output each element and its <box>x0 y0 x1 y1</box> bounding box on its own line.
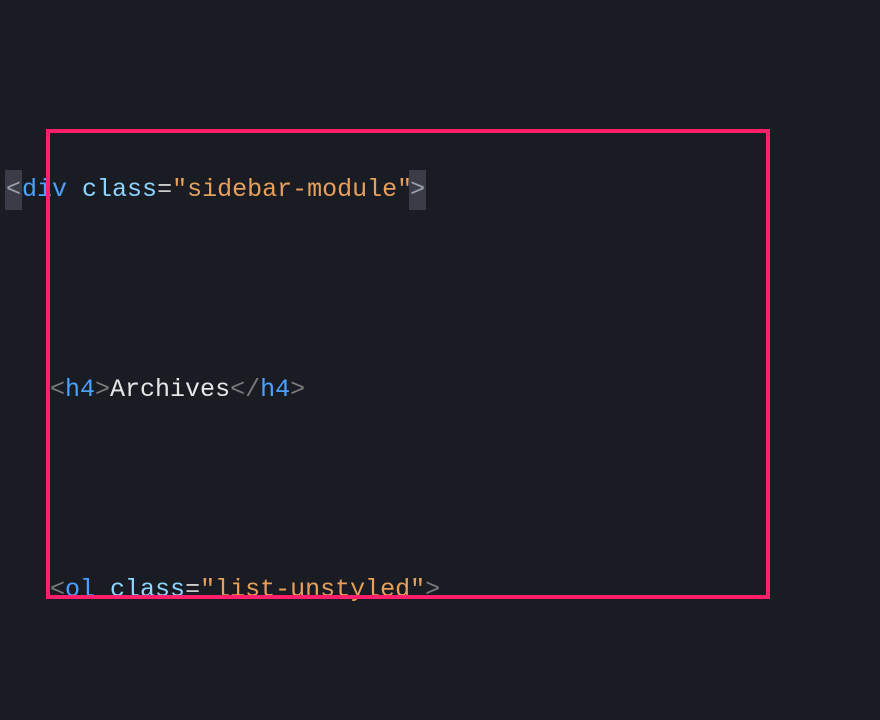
attr-class-ol: class <box>110 575 185 604</box>
tag-h4-close: h4 <box>260 375 290 404</box>
tag-h4-open: h4 <box>65 375 95 404</box>
tag-div-open: div <box>22 175 67 204</box>
code-line-1: <div class="sidebar-module"> <box>0 170 880 210</box>
h4-text: Archives <box>110 375 230 404</box>
class-value-list-unstyled: list-unstyled <box>215 575 410 604</box>
code-editor[interactable]: <div class="sidebar-module"> <h4>Archive… <box>0 0 880 720</box>
tag-ol-open: ol <box>65 575 95 604</box>
code-line-3: <ol class="list-unstyled"> <box>0 570 880 610</box>
cursor-left: < <box>5 170 22 210</box>
cursor-right: > <box>409 170 426 210</box>
attr-class: class <box>82 175 157 204</box>
class-value-sidebar-module: sidebar-module <box>187 175 397 204</box>
code-line-2: <h4>Archives</h4> <box>0 370 880 410</box>
